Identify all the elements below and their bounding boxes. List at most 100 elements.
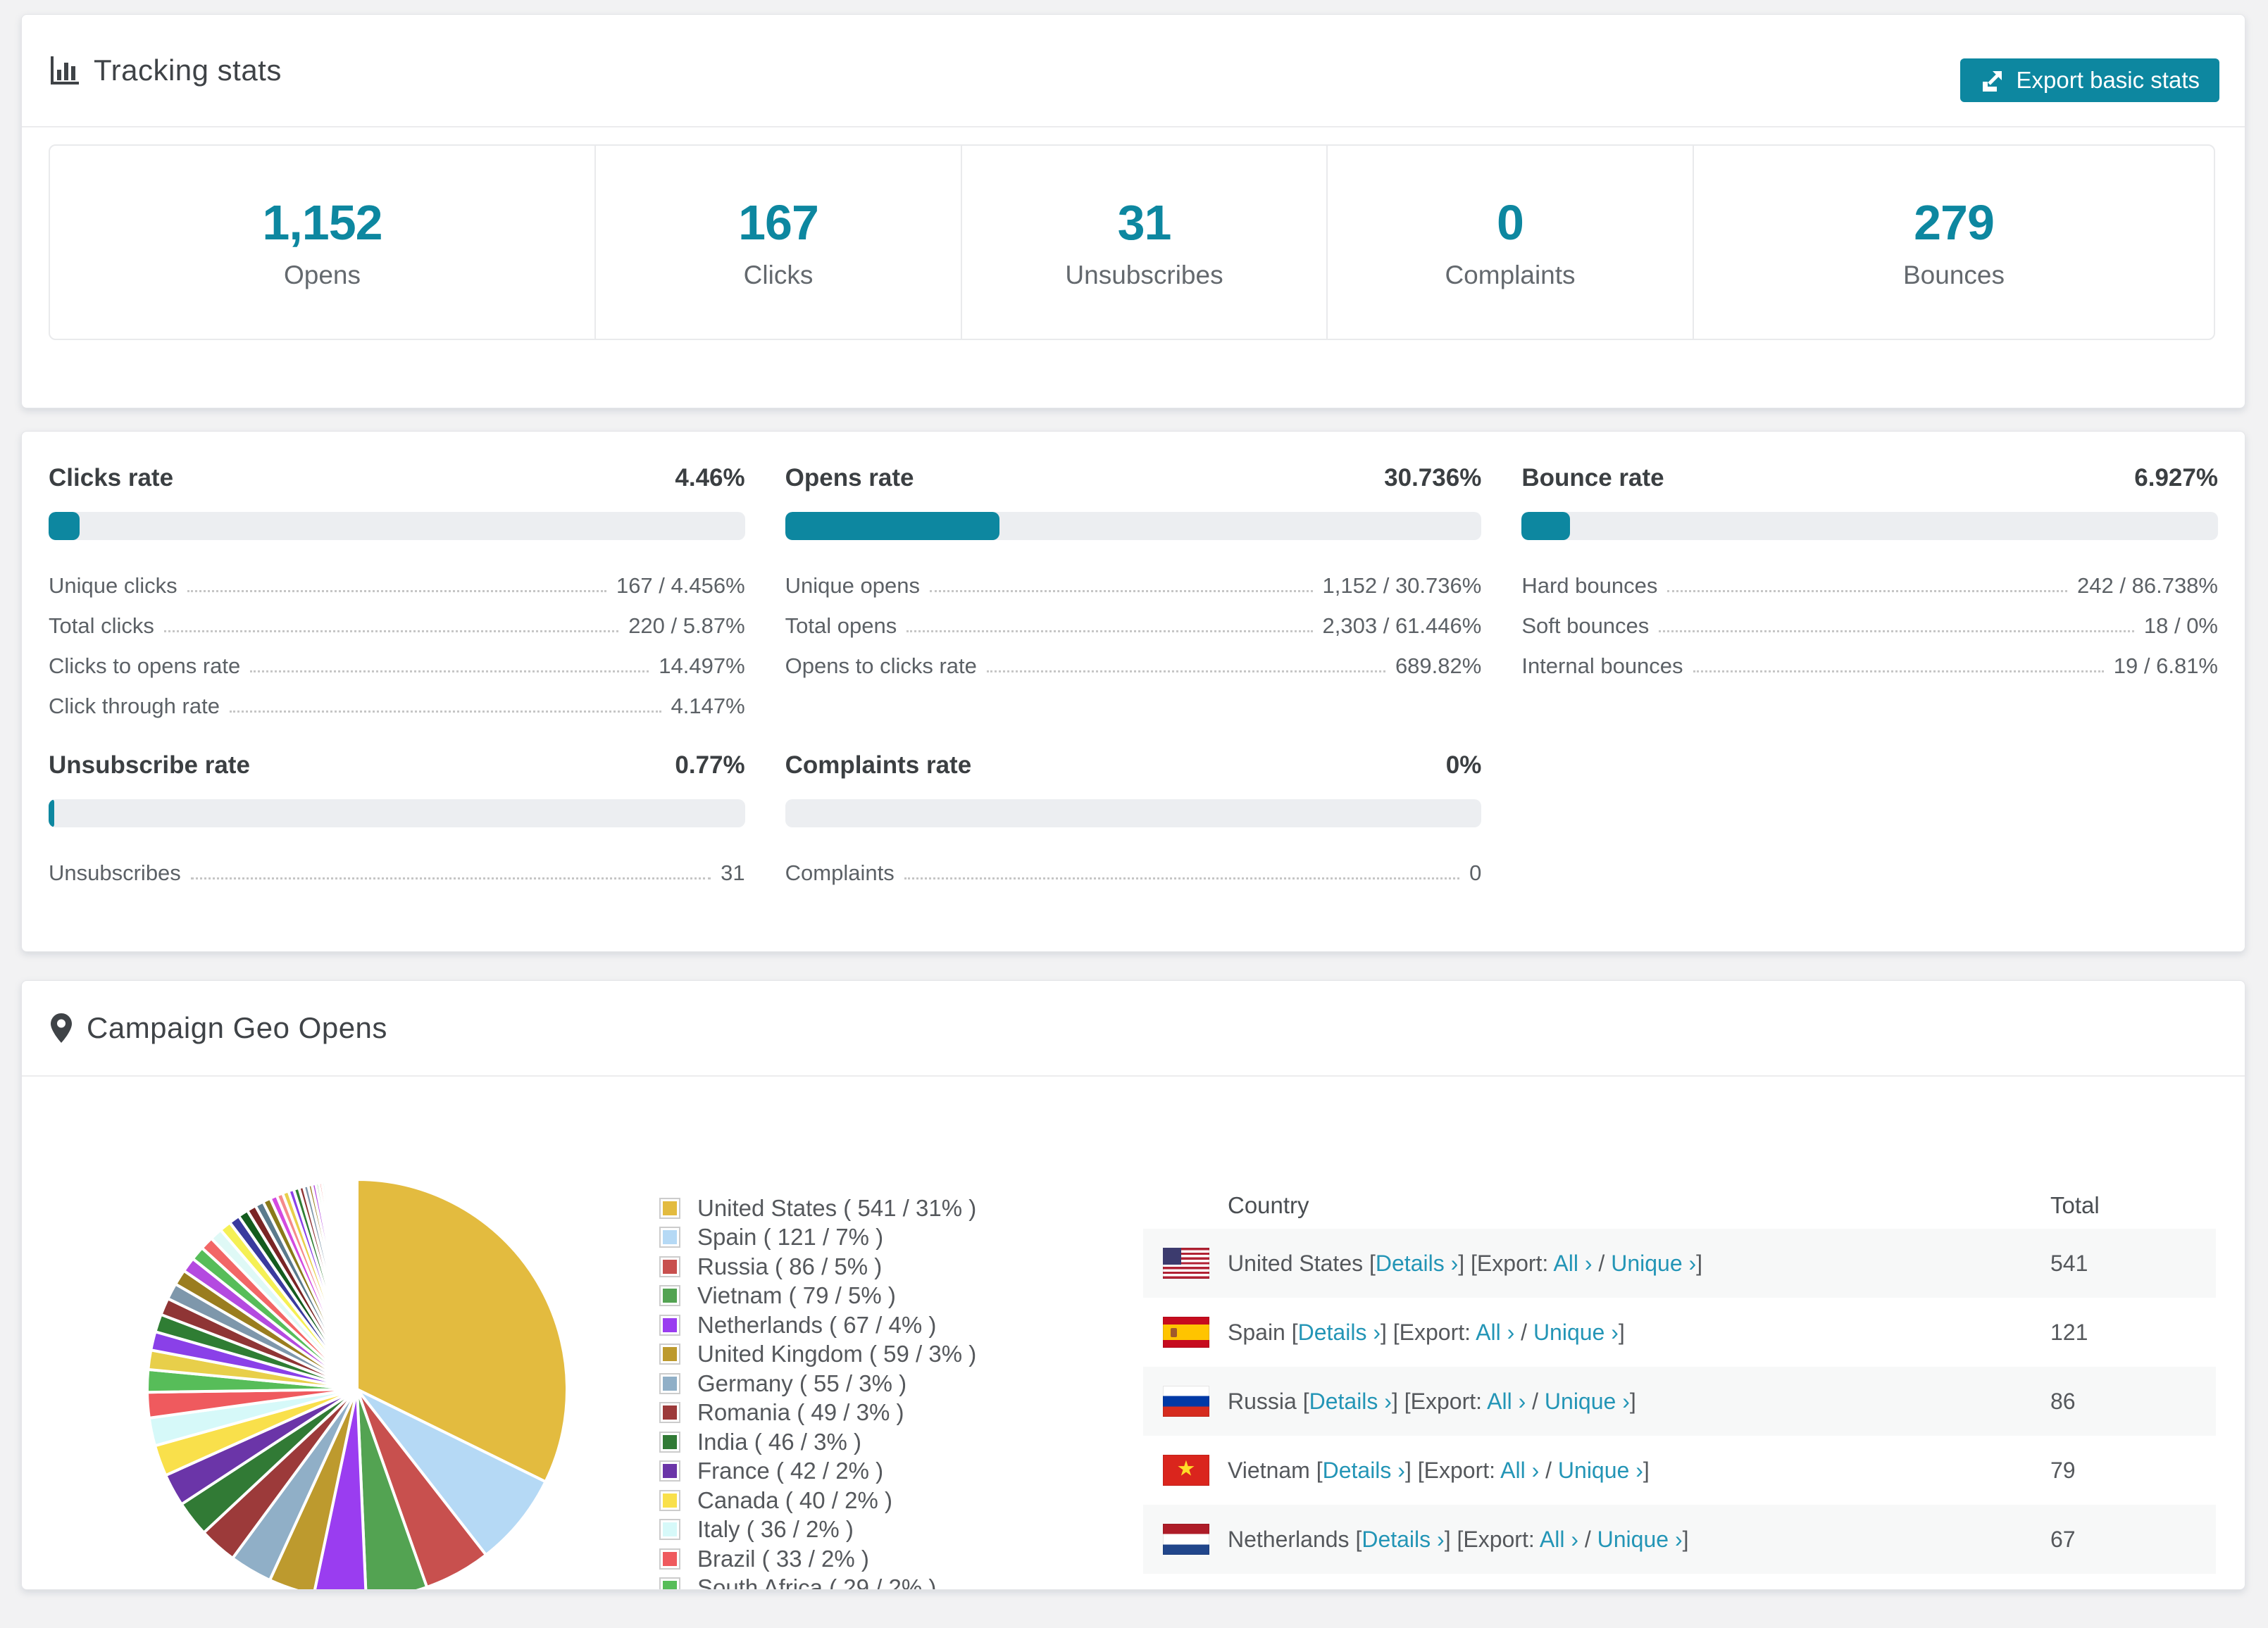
- rate-value: 30.736%: [1384, 464, 1482, 491]
- rate-block-unsubscribe-rate: Unsubscribe rate 0.77% Unsubscribes 31: [49, 751, 745, 886]
- rate-value: 6.927%: [2134, 464, 2218, 491]
- export-prefix: Export:: [1463, 1526, 1535, 1552]
- geo-opens-pie-chart[interactable]: [144, 1176, 571, 1590]
- rate-detail-row: Unique clicks 167 / 4.456%: [49, 573, 745, 598]
- legend-label: Canada ( 40 / 2% ): [697, 1486, 892, 1513]
- details-link[interactable]: Details ›: [1376, 1251, 1458, 1276]
- legend-swatch: [659, 1460, 680, 1482]
- legend-swatch: [659, 1372, 680, 1394]
- export-unique-link[interactable]: Unique ›: [1611, 1251, 1696, 1276]
- legend-item-spain[interactable]: Spain ( 121 / 7% ): [659, 1223, 976, 1253]
- country-cell: Spain [Details ›] [Export: All › / Uniqu…: [1228, 1319, 1625, 1345]
- dotted-leader: [187, 590, 606, 592]
- legend-item-brazil[interactable]: Brazil ( 33 / 2% ): [659, 1544, 976, 1574]
- bar-chart-icon: [51, 56, 79, 84]
- rate-progress-fill: [49, 512, 80, 540]
- geo-table-row-vn: Vietnam [Details ›] [Export: All › / Uni…: [1143, 1436, 2216, 1505]
- legend-label: France ( 42 / 2% ): [697, 1458, 884, 1484]
- export-all-link[interactable]: All ›: [1553, 1251, 1592, 1276]
- dotted-leader: [163, 630, 619, 632]
- total-column-header: Total: [2050, 1192, 2100, 1218]
- es-flag-icon: [1163, 1317, 1209, 1348]
- export-all-link[interactable]: All ›: [1540, 1527, 1578, 1552]
- flag-cell: [1143, 1317, 1228, 1348]
- stats-row: 1,152 Opens 167 Clicks 31 Unsubscribes 0 Compla…: [49, 144, 2218, 340]
- rate-title: Bounce rate: [1521, 464, 1664, 491]
- export-basic-stats-button[interactable]: Export basic stats: [1959, 58, 2219, 102]
- flag-cell: [1143, 1386, 1228, 1417]
- tracking-stats-header: Tracking stats: [22, 15, 2245, 127]
- export-unique-link[interactable]: Unique ›: [1533, 1320, 1619, 1345]
- country-name: United States: [1228, 1250, 1364, 1276]
- country-cell: Vietnam [Details ›] [Export: All › / Uni…: [1228, 1457, 1650, 1483]
- legend-item-germany[interactable]: Germany ( 55 / 3% ): [659, 1369, 976, 1398]
- pie-slice[interactable]: [354, 1177, 359, 1391]
- rate-detail-row: Hard bounces 242 / 86.738%: [1521, 573, 2218, 598]
- country-cell: Russia [Details ›] [Export: All › / Uniq…: [1228, 1388, 1636, 1414]
- legend-item-india[interactable]: India ( 46 / 3% ): [659, 1427, 976, 1457]
- stat-clicks: 167 Clicks: [594, 144, 962, 340]
- geo-table: Country Total United States [Details ›] …: [1143, 1182, 2216, 1589]
- legend-item-france[interactable]: France ( 42 / 2% ): [659, 1457, 976, 1486]
- dotted-leader: [190, 877, 711, 879]
- details-link[interactable]: Details ›: [1323, 1458, 1405, 1483]
- export-prefix: Export:: [1476, 1250, 1549, 1276]
- stat-value: 31: [1117, 195, 1172, 250]
- rate-progress-bar: [49, 799, 745, 827]
- legend-item-united-kingdom[interactable]: United Kingdom ( 59 / 3% ): [659, 1340, 976, 1370]
- legend-label: Russia ( 86 / 5% ): [697, 1253, 883, 1279]
- dotted-leader: [1693, 670, 2104, 672]
- rate-detail-row: Click through rate 4.147%: [49, 694, 745, 718]
- rate-progress-fill: [49, 799, 54, 827]
- legend-swatch: [659, 1197, 680, 1219]
- export-unique-link[interactable]: Unique ›: [1597, 1527, 1683, 1552]
- legend-label: Brazil ( 33 / 2% ): [697, 1545, 869, 1572]
- rate-progress-fill: [1521, 512, 1570, 540]
- legend-swatch: [659, 1402, 680, 1424]
- details-link[interactable]: Details ›: [1309, 1389, 1392, 1414]
- legend-item-vietnam[interactable]: Vietnam ( 79 / 5% ): [659, 1282, 976, 1311]
- legend-item-canada[interactable]: Canada ( 40 / 2% ): [659, 1486, 976, 1515]
- export-unique-link[interactable]: Unique ›: [1545, 1389, 1630, 1414]
- legend-label: Germany ( 55 / 3% ): [697, 1370, 907, 1396]
- location-pin-icon: [51, 1013, 72, 1043]
- stat-value: 167: [738, 195, 819, 250]
- export-all-link[interactable]: All ›: [1500, 1458, 1539, 1483]
- legend-item-south-africa[interactable]: South Africa ( 29 / 2% ): [659, 1574, 976, 1589]
- stat-value: 279: [1914, 195, 1995, 250]
- legend-swatch: [659, 1344, 680, 1365]
- legend-item-united-states[interactable]: United States ( 541 / 31% ): [659, 1194, 976, 1223]
- flag-cell: [1143, 1455, 1228, 1486]
- flag-cell: [1143, 1248, 1228, 1279]
- rate-detail-row: Total clicks 220 / 5.87%: [49, 613, 745, 638]
- rate-title: Unsubscribe rate: [49, 751, 250, 779]
- country-name: Russia: [1228, 1388, 1297, 1414]
- legend-item-romania[interactable]: Romania ( 49 / 3% ): [659, 1398, 976, 1428]
- legend-label: Romania ( 49 / 3% ): [697, 1399, 904, 1426]
- rate-value: 0%: [1445, 751, 1482, 779]
- export-unique-link[interactable]: Unique ›: [1558, 1458, 1643, 1483]
- dotted-leader: [1659, 630, 2134, 632]
- rate-title: Opens rate: [785, 464, 914, 491]
- legend-item-netherlands[interactable]: Netherlands ( 67 / 4% ): [659, 1310, 976, 1340]
- rate-value: 4.46%: [675, 464, 745, 491]
- legend-label: United States ( 541 / 31% ): [697, 1194, 977, 1221]
- rate-block-clicks-rate: Clicks rate 4.46% Unique clicks 167 / 4.456…: [49, 464, 745, 719]
- pie-legend: United States ( 541 / 31% ) Spain ( 121 /…: [659, 1194, 976, 1589]
- export-all-link[interactable]: All ›: [1476, 1320, 1514, 1345]
- ru-flag-icon: [1163, 1386, 1209, 1417]
- dotted-leader: [229, 710, 661, 713]
- rate-progress-bar: [49, 512, 745, 540]
- details-link[interactable]: Details ›: [1362, 1527, 1444, 1552]
- tracking-stats-title-text: Tracking stats: [94, 54, 282, 87]
- legend-swatch: [659, 1489, 680, 1511]
- export-all-link[interactable]: All ›: [1487, 1389, 1526, 1414]
- geo-title-text: Campaign Geo Opens: [87, 1011, 387, 1044]
- country-column-header: Country: [1228, 1192, 1309, 1218]
- dotted-leader: [250, 670, 649, 672]
- legend-item-italy[interactable]: Italy ( 36 / 2% ): [659, 1515, 976, 1545]
- details-link[interactable]: Details ›: [1298, 1320, 1381, 1345]
- stat-label: Unsubscribes: [1065, 261, 1223, 289]
- legend-item-russia[interactable]: Russia ( 86 / 5% ): [659, 1252, 976, 1282]
- export-prefix: Export:: [1410, 1388, 1482, 1414]
